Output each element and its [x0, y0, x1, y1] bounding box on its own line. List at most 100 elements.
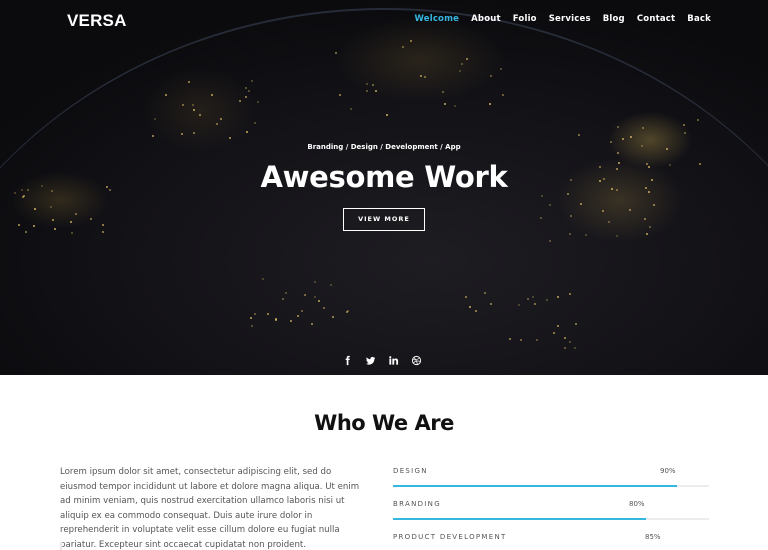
- view-more-button[interactable]: VIEW MORE: [343, 208, 425, 231]
- city-light: [575, 323, 577, 325]
- city-light: [90, 218, 92, 220]
- city-light: [520, 339, 522, 341]
- skill-label: BRANDING: [393, 500, 441, 508]
- city-light: [182, 104, 184, 106]
- city-light: [466, 58, 468, 60]
- city-light: [424, 76, 426, 78]
- city-light: [630, 136, 632, 138]
- nav-item-about[interactable]: About: [471, 14, 501, 24]
- city-light: [402, 46, 404, 48]
- city-light: [646, 233, 648, 235]
- city-light: [649, 226, 651, 228]
- city-light: [282, 298, 284, 300]
- twitter-icon[interactable]: [364, 353, 376, 366]
- city-light: [629, 209, 631, 211]
- city-light: [347, 310, 349, 312]
- facebook-icon[interactable]: [341, 353, 353, 366]
- nav-item-services[interactable]: Services: [549, 14, 591, 24]
- city-light: [490, 75, 492, 77]
- city-light: [540, 217, 542, 219]
- city-light: [557, 325, 559, 327]
- city-light: [459, 70, 461, 72]
- dribbble-icon[interactable]: [410, 353, 422, 366]
- city-light: [534, 303, 536, 305]
- city-light: [267, 313, 269, 315]
- city-light: [617, 152, 619, 154]
- city-light: [18, 224, 20, 226]
- city-light: [304, 294, 306, 296]
- city-light: [490, 303, 492, 305]
- city-light: [152, 135, 154, 137]
- city-light: [442, 91, 444, 93]
- city-light: [366, 83, 368, 85]
- city-light: [335, 52, 337, 54]
- city-light: [75, 213, 77, 215]
- nav-item-welcome[interactable]: Welcome: [414, 14, 459, 24]
- city-light: [301, 310, 303, 312]
- city-light: [71, 232, 73, 234]
- city-light: [70, 221, 72, 223]
- city-light: [211, 94, 213, 96]
- city-light: [527, 298, 529, 300]
- skill-label: DESIGN: [393, 467, 428, 475]
- city-light: [251, 80, 253, 82]
- city-light: [318, 300, 320, 302]
- hero-title: Awesome Work: [260, 160, 508, 194]
- about-paragraph: Lorem ipsum dolor sit amet, consectetur …: [60, 467, 360, 550]
- city-light: [375, 90, 377, 92]
- skills-list: DESIGN 90% BRANDING 80% PRODUCT DEVELOPM…: [393, 466, 709, 550]
- social-links: [341, 353, 422, 366]
- nav-item-contact[interactable]: Contact: [637, 14, 675, 24]
- city-light: [557, 296, 559, 298]
- city-light: [684, 132, 686, 134]
- hero-section: VERSA Welcome About Folio Services Blog …: [0, 0, 768, 375]
- city-light: [290, 320, 292, 322]
- city-light: [102, 231, 104, 233]
- city-light: [469, 306, 471, 308]
- city-light: [52, 219, 54, 221]
- city-light: [33, 225, 35, 227]
- city-light: [285, 292, 287, 294]
- city-light: [372, 84, 374, 86]
- city-light: [549, 240, 551, 242]
- city-light: [248, 90, 250, 92]
- city-light: [564, 337, 566, 339]
- city-light: [509, 338, 511, 340]
- city-light: [553, 332, 555, 334]
- nav-item-blog[interactable]: Blog: [603, 14, 625, 24]
- city-light: [549, 204, 551, 206]
- city-light: [608, 221, 610, 223]
- city-light: [54, 228, 56, 230]
- city-light: [314, 296, 316, 298]
- city-light: [574, 347, 576, 349]
- city-light: [386, 114, 388, 116]
- skill-fill: [393, 518, 646, 520]
- city-light: [254, 313, 256, 315]
- city-light: [536, 339, 538, 341]
- nav-item-folio[interactable]: Folio: [513, 14, 537, 24]
- nav-item-back[interactable]: Back: [687, 14, 711, 24]
- city-light: [250, 317, 252, 319]
- city-light: [339, 94, 341, 96]
- city-light: [410, 40, 412, 42]
- linkedin-icon[interactable]: [387, 353, 399, 366]
- city-light: [484, 292, 486, 294]
- city-light: [239, 100, 241, 102]
- city-light: [193, 132, 195, 134]
- city-light: [34, 208, 36, 210]
- city-light: [420, 75, 422, 77]
- city-light: [569, 341, 571, 343]
- brand-logo[interactable]: VERSA: [67, 11, 127, 31]
- city-light: [220, 118, 222, 120]
- city-light: [311, 323, 313, 325]
- city-light: [546, 299, 548, 301]
- blockquote-marker: [60, 542, 62, 550]
- city-light: [25, 231, 27, 233]
- skill-percent: 80%: [629, 500, 645, 508]
- city-light: [564, 347, 566, 349]
- city-light: [350, 108, 352, 110]
- skill-item: BRANDING 80%: [393, 499, 709, 532]
- city-light: [323, 307, 325, 309]
- city-light: [22, 196, 24, 198]
- city-light: [642, 127, 644, 129]
